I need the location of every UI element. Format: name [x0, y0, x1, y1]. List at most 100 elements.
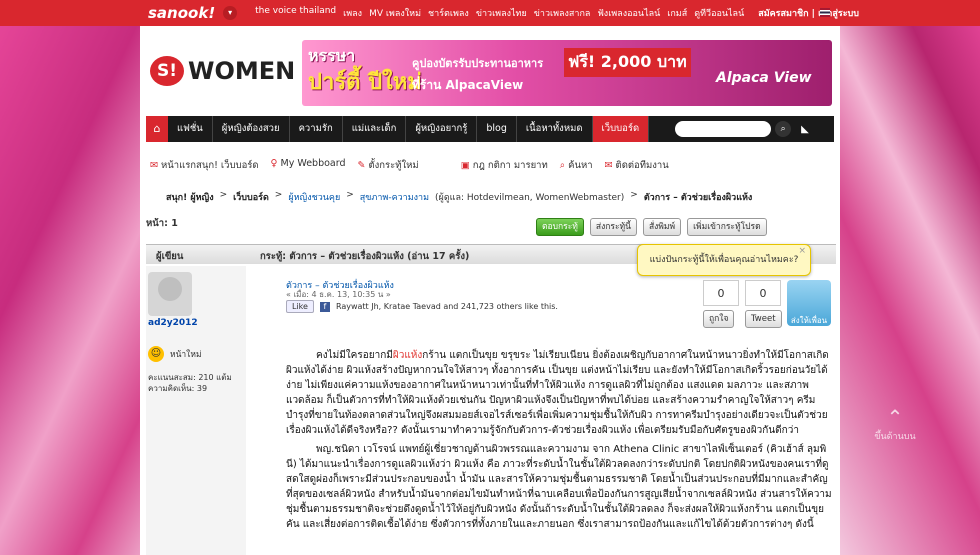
- facebook-icon: f: [319, 301, 330, 312]
- rss-icon[interactable]: ◣: [801, 124, 809, 135]
- top-bar: sanook! ▾ the voice thailand เพลง MV เพลงใ…: [0, 0, 980, 26]
- post-body: คงไม่มีใครอยากมีผิวแห้งกร้าน แตกเป็นขุย …: [286, 348, 834, 536]
- close-icon[interactable]: ×: [798, 236, 806, 266]
- breadcrumb-sep: >: [630, 190, 638, 200]
- home-icon[interactable]: ⌂: [146, 116, 168, 142]
- chevron-down-icon[interactable]: ▾: [223, 6, 238, 20]
- rules-link[interactable]: ▣ กฎ กติกา มารยาท: [461, 158, 548, 173]
- nav-item[interactable]: แม่และเด็ก: [343, 116, 407, 142]
- my-webboard-label: My Webboard: [280, 158, 346, 169]
- new-topic-label: ตั้งกระทู้ใหม่: [368, 160, 419, 171]
- main-nav: ⌂ แฟชั่น ผู้หญิงต้องสวย ความรัก แม่และเด…: [146, 116, 834, 142]
- paragraph-text: คงไม่มีใครอยากมี: [316, 350, 393, 361]
- breadcrumb-sep: >: [346, 190, 354, 200]
- send-to-friend-button[interactable]: ส่งให้เพื่อน: [787, 280, 831, 326]
- like-summary: Raywatt Jh, Kratae Taevad and 241,723 ot…: [335, 302, 558, 311]
- arrow-up-icon: ⌃: [886, 405, 904, 429]
- nav-item[interactable]: เนื้อหาทั้งหมด: [517, 116, 593, 142]
- account-links[interactable]: สมัครสมาชิก | เข้าสู่ระบบ: [758, 6, 859, 20]
- search-input[interactable]: [675, 121, 772, 137]
- background-decoration: [840, 0, 980, 555]
- author-name[interactable]: ad2y2012: [148, 318, 198, 328]
- page-indicator: หน้า: 1: [146, 218, 178, 229]
- post-paragraph: คงไม่มีใครอยากมีผิวแห้งกร้าน แตกเป็นขุย …: [286, 348, 834, 438]
- topic-title: กระทู้: ตัวการ – ตัวช่วยเรื่องผิวแห้ง (อ…: [260, 251, 470, 262]
- nav-item-active[interactable]: เว็บบอร์ด: [592, 116, 650, 142]
- top-nav-item[interactable]: ข่าวเพลงไทย: [476, 6, 527, 20]
- highlight-link[interactable]: ผิวแห้ง: [393, 350, 422, 361]
- tweet-button[interactable]: Tweet: [745, 310, 782, 328]
- top-nav-item[interactable]: ข่าวเพลงสากล: [534, 6, 591, 20]
- rules-icon: ▣: [460, 160, 473, 171]
- topic-actions: ตอบกระทู้ ส่งกระทู้นี้ สั่งพิมพ์ เพิ่มเข…: [536, 218, 767, 236]
- top-nav-item[interactable]: MV เพลงใหม่: [369, 6, 421, 20]
- brand-mark: S!: [150, 56, 184, 86]
- share-tooltip: แบ่งปันกระทู้นี้ให้เพื่อนคุณอ่านไหมคะ? ×: [637, 244, 811, 276]
- breadcrumb-item[interactable]: เว็บบอร์ด: [233, 190, 269, 204]
- my-webboard-link[interactable]: ♀ My Webboard: [271, 158, 346, 173]
- swomen-logo[interactable]: S! WOMEN: [150, 56, 295, 86]
- smile-icon: ☺: [148, 346, 164, 362]
- send-topic-button[interactable]: ส่งกระทู้นี้: [589, 218, 637, 236]
- top-nav-item[interactable]: เกมส์: [667, 6, 687, 20]
- search-icon: ⌕: [559, 160, 569, 171]
- pen-icon: ✎: [357, 160, 369, 171]
- author-points: คะแนนสะสม: 210 แต้ม: [148, 373, 232, 382]
- paragraph-text: กร้าน แตกเป็นขุย ขรุขระ ไม่เรียบเนียน ยิ…: [286, 350, 829, 436]
- nav-item[interactable]: ผู้หญิงต้องสวย: [213, 116, 290, 142]
- nav-item[interactable]: blog: [477, 116, 517, 142]
- nav-item[interactable]: ความรัก: [290, 116, 343, 142]
- sanook-logo[interactable]: sanook!: [148, 4, 215, 22]
- breadcrumb-item[interactable]: ผู้หญิงชวนคุย: [288, 190, 340, 204]
- banner-line3: คูปองบัตรรับประทานอาหาร: [412, 57, 544, 70]
- breadcrumb-sep: >: [274, 190, 283, 200]
- top-nav-item[interactable]: ฟังเพลงออนไลน์: [597, 6, 660, 20]
- banner-line2: ปาร์ตี้ ปีใหม่: [308, 70, 422, 95]
- webboard-home-link[interactable]: ✉ หน้าแรกสนุก! เว็บบอร์ด: [150, 158, 259, 173]
- facebook-like: Like f Raywatt Jh, Kratae Taevad and 241…: [286, 300, 558, 313]
- search-link[interactable]: ⌕ ค้นหา: [560, 158, 593, 173]
- share-tooltip-text: แบ่งปันกระทู้นี้ให้เพื่อนคุณอ่านไหมคะ?: [649, 255, 799, 265]
- breadcrumb-sep: >: [219, 190, 228, 200]
- print-button[interactable]: สั่งพิมพ์: [642, 218, 682, 236]
- scroll-top-button[interactable]: ⌃ ขึ้นด้านบน: [862, 405, 928, 451]
- banner-line4: ที่ร้าน AlpacaView: [412, 78, 524, 92]
- rules-label: กฎ กติกา มารยาท: [472, 160, 548, 171]
- top-nav-item[interactable]: the voice thailand: [255, 6, 336, 20]
- tweet-count: 0: [745, 280, 781, 306]
- contact-label: ติดต่อทีมงาน: [615, 160, 669, 171]
- breadcrumb: สนุก! ผู้หญิง > เว็บบอร์ด > ผู้หญิงชวนคุ…: [166, 190, 752, 204]
- facebook-share-button[interactable]: ถูกใจ: [703, 310, 735, 328]
- author-status: ☺ หน้าใหม่: [148, 346, 202, 362]
- top-nav-item[interactable]: ชาร์ตเพลง: [428, 6, 469, 20]
- breadcrumb-item[interactable]: สุขภาพ-ความงาม: [360, 190, 429, 204]
- search-icon[interactable]: ⌕: [775, 121, 792, 137]
- nav-item[interactable]: ผู้หญิงอยากรู้: [406, 116, 478, 142]
- brand-name: WOMEN: [188, 57, 296, 85]
- mail-icon: ✉: [604, 160, 616, 171]
- author-stats: คะแนนสะสม: 210 แต้ม ความคิดเห็น: 39: [148, 372, 232, 394]
- avatar[interactable]: [148, 272, 192, 316]
- main-container: S! WOMEN หรรษา ปาร์ตี้ ปีใหม่ คูปองบัตรร…: [140, 26, 840, 555]
- webboard-toolbar: ✉ หน้าแรกสนุก! เว็บบอร์ด ♀ My Webboard ✎…: [150, 158, 830, 173]
- new-topic-link[interactable]: ✎ ตั้งกระทู้ใหม่: [358, 158, 419, 173]
- like-button[interactable]: Like: [286, 300, 314, 313]
- nav-item[interactable]: แฟชั่น: [168, 116, 213, 142]
- author-comments: ความคิดเห็น: 39: [148, 384, 208, 393]
- top-nav-item[interactable]: ดูทีวีออนไลน์: [694, 6, 744, 20]
- author-rank: หน้าใหม่: [170, 350, 202, 360]
- top-nav: the voice thailand เพลง MV เพลงใหม่ ชาร์ตเพ…: [255, 6, 744, 20]
- webboard-home-label: หน้าแรกสนุก! เว็บบอร์ด: [160, 160, 259, 171]
- person-icon: ♀: [270, 158, 281, 169]
- banner-line5: Alpaca View: [716, 70, 812, 86]
- author-column-label: ผู้เขียน: [156, 251, 184, 262]
- thai-flag-icon[interactable]: [820, 8, 830, 17]
- banner-promo: ฟรี! 2,000 บาท: [564, 48, 691, 77]
- contact-link[interactable]: ✉ ติดต่อทีมงาน: [605, 158, 669, 173]
- favorite-button[interactable]: เพิ่มเข้ากระทู้โปรด: [687, 218, 767, 236]
- reply-button[interactable]: ตอบกระทู้: [536, 218, 584, 236]
- home-icon: ✉: [150, 160, 161, 171]
- promo-banner[interactable]: หรรษา ปาร์ตี้ ปีใหม่ คูปองบัตรรับประทานอ…: [302, 40, 832, 106]
- top-nav-item[interactable]: เพลง: [343, 6, 362, 20]
- breadcrumb-item[interactable]: สนุก! ผู้หญิง: [166, 190, 214, 204]
